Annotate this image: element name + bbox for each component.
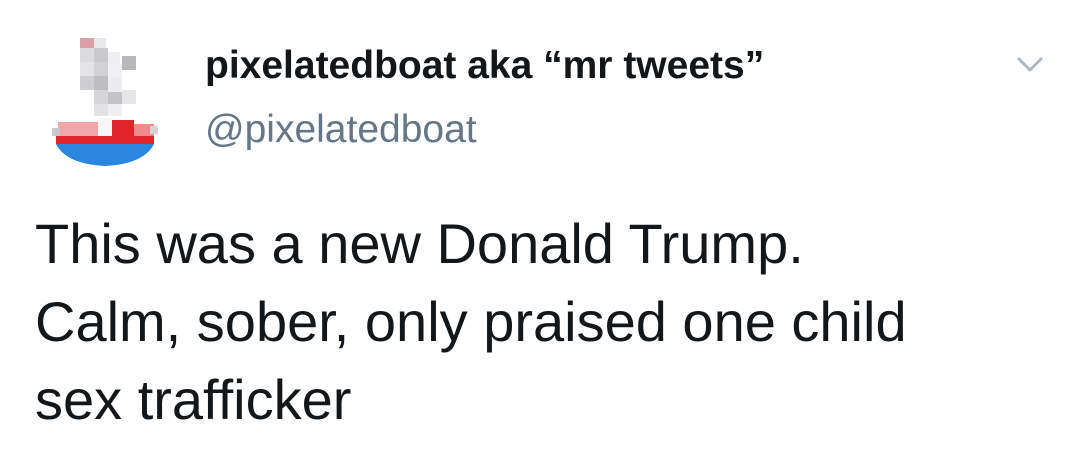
tweet-card: pixelatedboat aka “mr tweets” @pixelated…: [0, 0, 1067, 459]
handle[interactable]: @pixelatedboat: [205, 106, 965, 154]
tweet-text-line: Calm, sober, only praised one child: [35, 290, 907, 353]
tweet-text-line: sex trafficker: [35, 368, 352, 431]
tweet-text: This was a new Donald Trump. Calm, sober…: [35, 205, 1045, 439]
pixelated-boat-avatar-icon: [52, 38, 158, 166]
avatar[interactable]: [40, 30, 165, 170]
tweet-menu-button[interactable]: [1015, 55, 1045, 75]
tweet-text-line: This was a new Donald Trump.: [35, 212, 804, 275]
author-block: pixelatedboat aka “mr tweets” @pixelated…: [205, 42, 965, 154]
chevron-down-icon: [1017, 57, 1043, 72]
display-name[interactable]: pixelatedboat aka “mr tweets”: [205, 42, 965, 90]
